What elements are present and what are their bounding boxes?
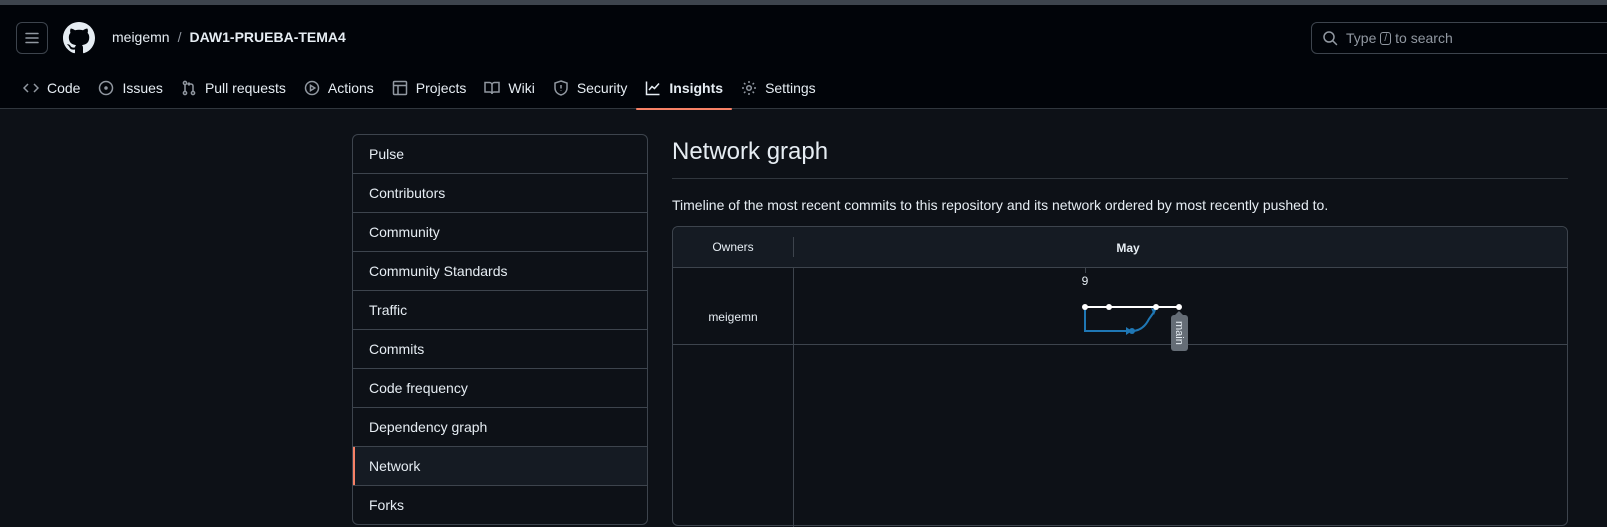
tab-settings[interactable]: Settings — [732, 67, 825, 109]
insights-sidebar: Pulse Contributors Community Community S… — [352, 134, 648, 525]
month-label: May — [1116, 241, 1140, 255]
tab-label: Wiki — [508, 80, 535, 96]
app-header: meigemn / DAW1-PRUEBA-TEMA4 Type / to se… — [0, 5, 1607, 110]
breadcrumb-owner[interactable]: meigemn — [112, 29, 170, 45]
page-description: Timeline of the most recent commits to t… — [672, 197, 1329, 213]
sidebar-item-community[interactable]: Community — [353, 212, 647, 251]
menu-button[interactable] — [16, 22, 48, 54]
graph-header: Owners May — [673, 227, 1567, 268]
tab-code[interactable]: Code — [14, 67, 89, 109]
gear-icon — [742, 81, 757, 95]
tab-label: Settings — [765, 80, 816, 96]
sidebar-item-community-standards[interactable]: Community Standards — [353, 251, 647, 290]
commit-dot[interactable] — [1082, 304, 1088, 310]
owners-header: Owners — [712, 240, 754, 254]
hamburger-icon — [25, 32, 39, 44]
shield-icon — [554, 80, 568, 96]
table-icon — [392, 80, 408, 96]
issue-opened-icon — [99, 80, 114, 96]
github-logo-icon[interactable] — [63, 22, 95, 54]
play-icon — [304, 80, 320, 96]
sidebar-item-pulse[interactable]: Pulse — [353, 135, 647, 173]
sidebar-item-commits[interactable]: Commits — [353, 329, 647, 368]
commit-dot[interactable] — [1106, 304, 1112, 310]
sidebar-item-contributors[interactable]: Contributors — [353, 173, 647, 212]
search-placeholder-after: to search — [1395, 30, 1453, 46]
main-content: Network graph Timeline of the most recen… — [672, 134, 1568, 213]
tab-label: Issues — [122, 80, 163, 96]
sidebar-item-code-frequency[interactable]: Code frequency — [353, 368, 647, 407]
tab-label: Code — [47, 80, 81, 96]
commit-dot[interactable] — [1153, 304, 1159, 310]
page-title: Network graph — [672, 138, 829, 165]
tab-label: Pull requests — [204, 80, 286, 96]
feature-branch-line — [1084, 307, 1155, 332]
tab-label: Actions — [327, 80, 374, 96]
search-placeholder-before: Type — [1346, 30, 1377, 46]
graph-icon — [646, 81, 660, 96]
sidebar-item-network[interactable]: Network — [353, 446, 647, 485]
title-divider — [672, 178, 1568, 179]
commit-dot[interactable] — [1129, 328, 1135, 334]
breadcrumb: meigemn / DAW1-PRUEBA-TEMA4 — [112, 29, 346, 45]
tab-issues[interactable]: Issues — [89, 67, 171, 109]
branch-label-pointer — [1175, 311, 1183, 315]
search-input[interactable]: Type / to search — [1311, 22, 1607, 54]
repo-nav: Code Issues Pull requests Actions Projec… — [14, 67, 825, 110]
tab-insights[interactable]: Insights — [636, 67, 732, 110]
tab-label: Projects — [415, 80, 467, 96]
book-icon — [484, 81, 501, 95]
sidebar-item-forks[interactable]: Forks — [353, 485, 647, 524]
search-shortcut-key: / — [1380, 31, 1392, 45]
commit-dot[interactable] — [1176, 304, 1182, 310]
header-divider — [793, 237, 794, 257]
breadcrumb-separator: / — [177, 29, 182, 45]
git-pull-request-icon — [182, 80, 196, 96]
owner-name[interactable]: meigemn — [673, 310, 793, 324]
breadcrumb-repo[interactable]: DAW1-PRUEBA-TEMA4 — [189, 29, 345, 45]
sidebar-item-dependency-graph[interactable]: Dependency graph — [353, 407, 647, 446]
sidebar-item-traffic[interactable]: Traffic — [353, 290, 647, 329]
code-icon — [23, 83, 39, 93]
branch-label-main[interactable]: main — [1173, 321, 1185, 345]
tab-security[interactable]: Security — [544, 67, 637, 109]
tab-pull-requests[interactable]: Pull requests — [172, 67, 295, 109]
tab-actions[interactable]: Actions — [295, 67, 383, 109]
network-graph[interactable]: Owners May meigemn 9 main — [672, 226, 1568, 527]
search-icon — [1323, 31, 1338, 46]
tab-wiki[interactable]: Wiki — [475, 67, 543, 109]
tab-label: Security — [576, 80, 628, 96]
tab-projects[interactable]: Projects — [383, 67, 476, 109]
commit-graph[interactable]: main — [793, 267, 1393, 367]
tab-label: Insights — [669, 80, 724, 96]
